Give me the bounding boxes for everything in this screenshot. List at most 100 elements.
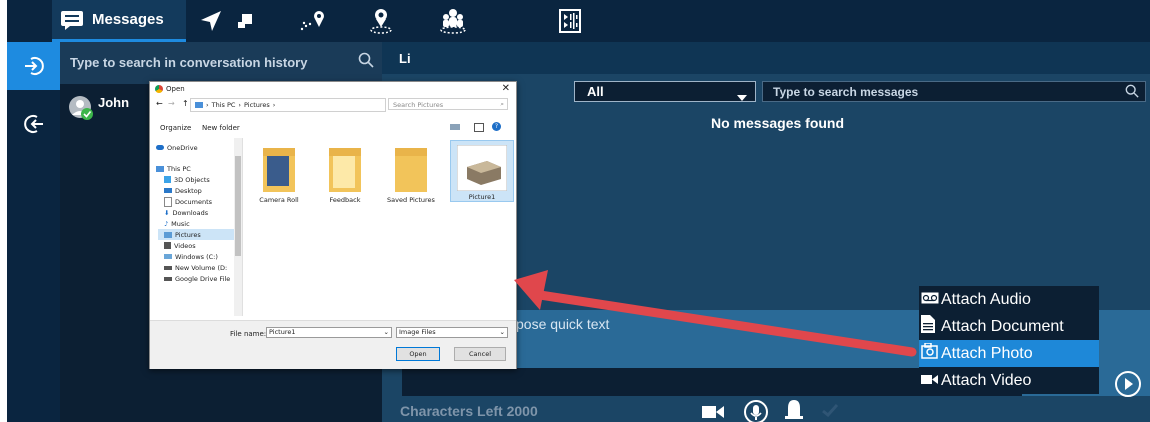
attach-photo-item[interactable]: Attach Photo: [919, 340, 1099, 367]
group-icon[interactable]: [437, 6, 469, 36]
attach-document-item[interactable]: Attach Document: [919, 313, 1099, 340]
music-icon: ♪: [164, 219, 169, 228]
attach-video-item[interactable]: Attach Video: [919, 367, 1099, 394]
tree-item-music[interactable]: ♪ Music: [164, 218, 190, 229]
drive-icon: [164, 254, 172, 259]
folder-saved-pictures[interactable]: Saved Pictures: [382, 142, 440, 204]
tree-item-documents[interactable]: Documents: [164, 196, 212, 207]
filename-value: Picture1: [269, 328, 296, 336]
dialog-title: Open: [166, 85, 185, 93]
tree-item-onedrive[interactable]: OneDrive: [156, 142, 198, 153]
microphone-icon[interactable]: [743, 399, 769, 422]
tree-item-downloads[interactable]: ⬇ Downloads: [164, 207, 208, 218]
view-options-icon[interactable]: [450, 124, 460, 130]
new-folder-button[interactable]: New folder: [202, 124, 240, 132]
chevron-down-icon: ⌄: [499, 328, 505, 336]
tree-item-pictures[interactable]: Pictures: [158, 229, 240, 240]
conversation-search-input[interactable]: Type to search in conversation history: [60, 42, 382, 84]
chat-header: Li: [382, 42, 1150, 74]
photo-icon: [921, 342, 939, 364]
cloud-icon: [156, 145, 164, 150]
video-camera-icon[interactable]: [702, 404, 724, 422]
filetype-select[interactable]: Image Files ⌄: [396, 327, 508, 338]
preview-pane-icon[interactable]: [474, 123, 484, 132]
tree-item-desktop[interactable]: Desktop: [164, 185, 202, 196]
folder-feedback[interactable]: Feedback: [316, 142, 374, 204]
contact-name: John: [98, 94, 130, 110]
navigation-tree: OneDrive This PC 3D Objects Desktop Docu…: [150, 138, 243, 316]
compose-placeholder: pose quick text: [516, 316, 610, 332]
voicemail-icon: [921, 291, 939, 309]
file-open-dialog: Open ✕ ← → ↑ › This PC › Pictures › Sear…: [149, 81, 517, 369]
search-icon: [1125, 84, 1139, 101]
send-icon: [1115, 371, 1141, 397]
audio-file-icon[interactable]: [554, 6, 586, 36]
tree-item-new-volume[interactable]: New Volume (D:: [164, 262, 227, 273]
attach-document-label: Attach Document: [941, 317, 1064, 335]
conversation-search-placeholder: Type to search in conversation history: [70, 55, 308, 70]
chat-contact-name: Li: [399, 51, 411, 66]
contact-item[interactable]: John: [68, 92, 129, 122]
send-button[interactable]: [1114, 370, 1142, 398]
open-button[interactable]: Open: [396, 347, 440, 361]
tree-item-windows-c[interactable]: Windows (C:): [164, 251, 218, 262]
search-icon: ⌕: [500, 100, 504, 108]
drive-icon: [164, 265, 172, 270]
compose-bottom-bar: Characters Left 2000: [382, 397, 1150, 422]
image-thumbnail-icon: [456, 144, 508, 192]
cancel-button[interactable]: Cancel: [454, 347, 506, 361]
pc-icon: [195, 102, 203, 108]
folder-icon: [263, 148, 295, 192]
tab-messages[interactable]: Messages: [52, 0, 186, 42]
folder-camera-roll[interactable]: Camera Roll: [250, 142, 308, 204]
filename-input[interactable]: Picture1 ⌄: [266, 327, 392, 338]
location-person-icon[interactable]: [365, 6, 397, 36]
sign-out-button[interactable]: [7, 100, 60, 148]
tree-item-3d-objects[interactable]: 3D Objects: [164, 174, 210, 185]
tree-scrollbar[interactable]: [234, 138, 242, 316]
map-pin-icon[interactable]: [229, 6, 261, 36]
document-icon: [921, 315, 939, 338]
tree-item-this-pc[interactable]: This PC: [156, 163, 191, 174]
desktop-icon: [164, 188, 172, 193]
check-icon: [822, 403, 839, 422]
navigation-icon[interactable]: [195, 6, 227, 36]
breadcrumb[interactable]: › This PC › Pictures ›: [190, 98, 386, 112]
dialog-toolbar: Organize New folder ?: [150, 122, 516, 134]
message-search-placeholder: Type to search messages: [773, 85, 919, 99]
download-icon: ⬇: [164, 208, 170, 217]
filename-label: File name:: [230, 330, 267, 338]
close-icon[interactable]: ✕: [502, 83, 510, 94]
breadcrumb-item[interactable]: Pictures: [244, 101, 270, 109]
folder-icon: [395, 148, 427, 192]
route-icon[interactable]: [297, 6, 329, 36]
folder-icon: [329, 148, 361, 192]
characters-left: Characters Left 2000: [400, 403, 538, 419]
up-arrow-icon[interactable]: ↑: [182, 99, 189, 108]
tree-item-videos[interactable]: Videos: [164, 240, 196, 251]
attach-audio-item[interactable]: Attach Audio: [919, 286, 1099, 313]
dialog-titlebar: Open ✕: [150, 82, 516, 96]
left-rail: [7, 42, 60, 422]
empty-state-text: No messages found: [711, 115, 845, 131]
help-icon[interactable]: ?: [492, 122, 501, 131]
tree-item-google-drive[interactable]: Google Drive File: [164, 273, 230, 284]
sign-out-icon: [23, 115, 43, 133]
sign-in-button[interactable]: [7, 42, 60, 90]
search-icon: [358, 52, 374, 71]
back-arrow-icon[interactable]: ←: [156, 99, 163, 108]
attach-video-label: Attach Video: [941, 371, 1032, 389]
organize-menu[interactable]: Organize: [160, 124, 191, 132]
breadcrumb-item[interactable]: This PC: [212, 101, 236, 109]
bell-icon[interactable]: [782, 398, 806, 422]
dialog-search-input[interactable]: Search Pictures ⌕: [388, 98, 508, 110]
filter-selected-value: All: [587, 84, 604, 99]
avatar: [68, 95, 93, 120]
pc-icon: [156, 165, 164, 172]
message-search-input[interactable]: Type to search messages: [762, 81, 1146, 102]
message-filter-select[interactable]: All: [574, 81, 756, 102]
file-picture1[interactable]: Picture1: [450, 140, 514, 202]
sign-in-icon: [24, 57, 44, 75]
forward-arrow-icon[interactable]: →: [168, 99, 175, 108]
video-icon: [921, 372, 939, 390]
